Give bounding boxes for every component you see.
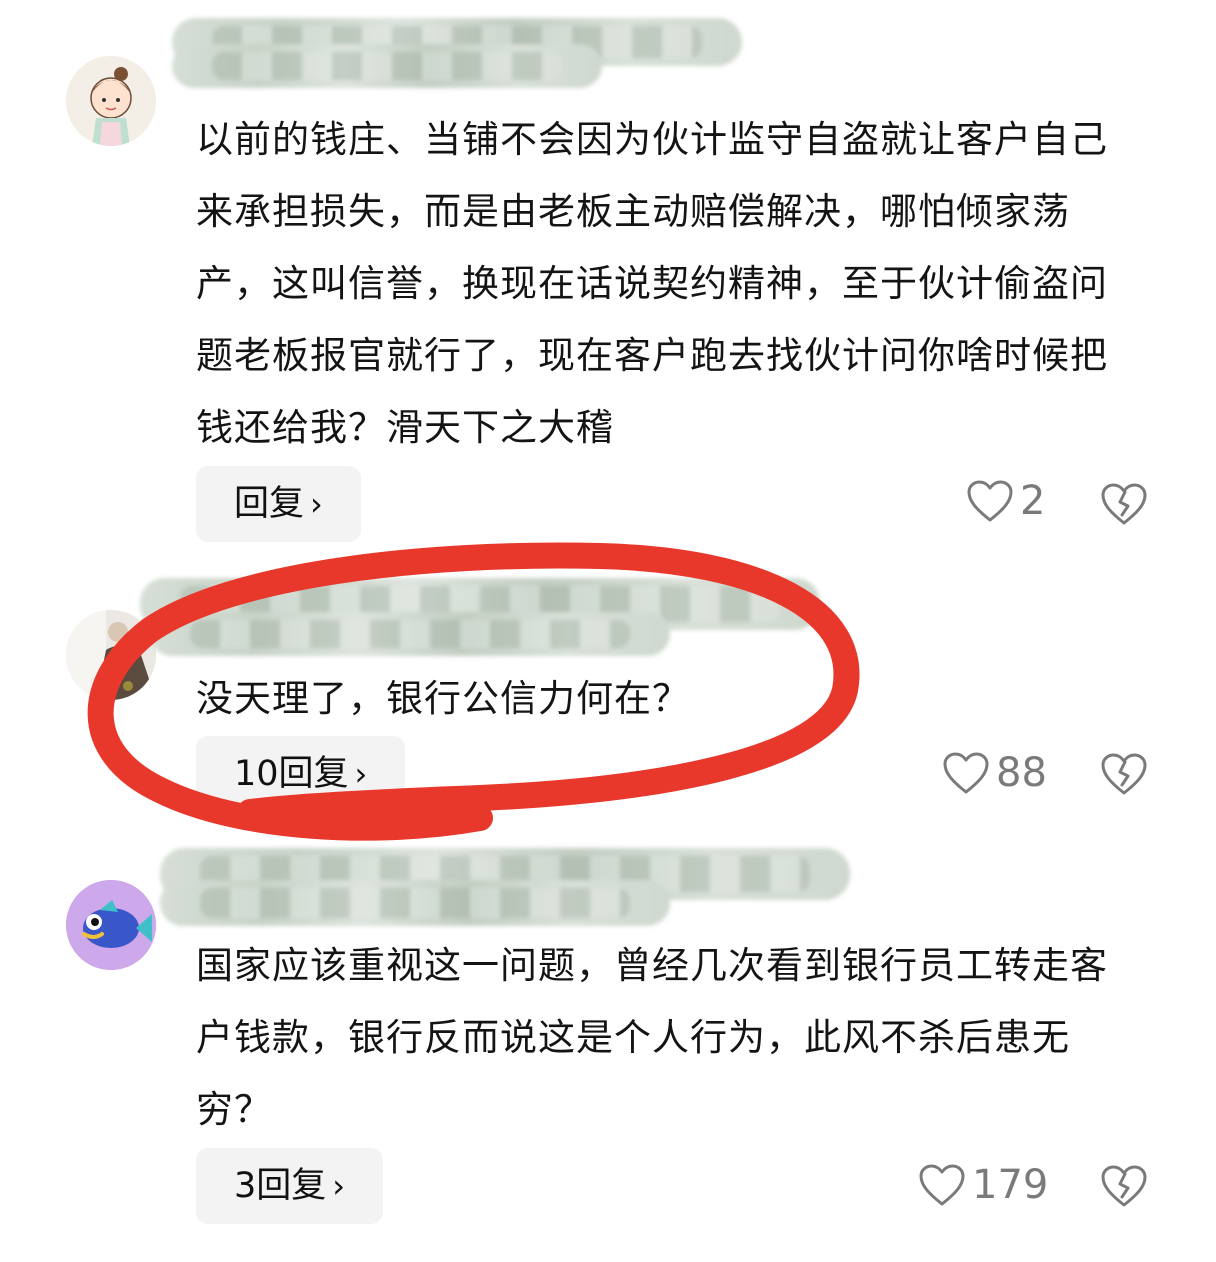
- reply-button[interactable]: 10回复 ›: [196, 736, 406, 812]
- reply-label: 回复: [234, 484, 305, 524]
- avatar[interactable]: [66, 610, 156, 700]
- broken-heart-icon: [1101, 483, 1147, 525]
- reply-button[interactable]: 3回复 ›: [196, 1148, 384, 1224]
- broken-heart-icon: [1101, 1165, 1147, 1207]
- dislike-button[interactable]: [1100, 752, 1148, 796]
- timestamp-blurred: [160, 880, 670, 926]
- chevron-right-icon: ›: [332, 1167, 346, 1205]
- chevron-right-icon: ›: [354, 755, 368, 793]
- timestamp-blurred: [172, 44, 602, 88]
- comment-item: 以前的钱庄、当铺不会因为伙计监守自盗就让客户自己来承担损失，而是由老板主动赔偿解…: [0, 0, 1216, 560]
- like-count: 2: [1020, 478, 1046, 524]
- chevron-right-icon: ›: [310, 485, 323, 523]
- timestamp-blurred: [150, 612, 670, 656]
- heart-outline-icon: [942, 751, 990, 795]
- dislike-button[interactable]: [1100, 482, 1148, 526]
- avatar[interactable]: [66, 56, 156, 146]
- broken-heart-icon: [1101, 753, 1147, 795]
- reply-button[interactable]: 回复 ›: [196, 466, 361, 542]
- like-button[interactable]: 88: [942, 750, 1047, 796]
- heart-outline-icon: [918, 1163, 966, 1207]
- comment-text: 没天理了，银行公信力何在？: [196, 677, 690, 720]
- heart-outline-icon: [966, 479, 1014, 523]
- comment-text: 国家应该重视这一问题，曾经几次看到银行员工转走客户钱款，银行反而说这是个人行为，…: [196, 944, 1108, 1131]
- reply-label: 3回复: [234, 1166, 327, 1206]
- dislike-button[interactable]: [1100, 1164, 1148, 1208]
- comment-item: 国家应该重视这一问题，曾经几次看到银行员工转走客户钱款，银行反而说这是个人行为，…: [0, 840, 1216, 1262]
- avatar[interactable]: [66, 880, 156, 970]
- like-button[interactable]: 2: [966, 478, 1045, 524]
- comment-item: 没天理了，银行公信力何在？ 10回复 › 88: [0, 560, 1216, 840]
- like-button[interactable]: 179: [918, 1162, 1048, 1208]
- reply-label: 10回复: [234, 754, 349, 794]
- like-count: 179: [972, 1162, 1049, 1208]
- comment-text: 以前的钱庄、当铺不会因为伙计监守自盗就让客户自己来承担损失，而是由老板主动赔偿解…: [196, 118, 1108, 449]
- like-count: 88: [996, 750, 1047, 796]
